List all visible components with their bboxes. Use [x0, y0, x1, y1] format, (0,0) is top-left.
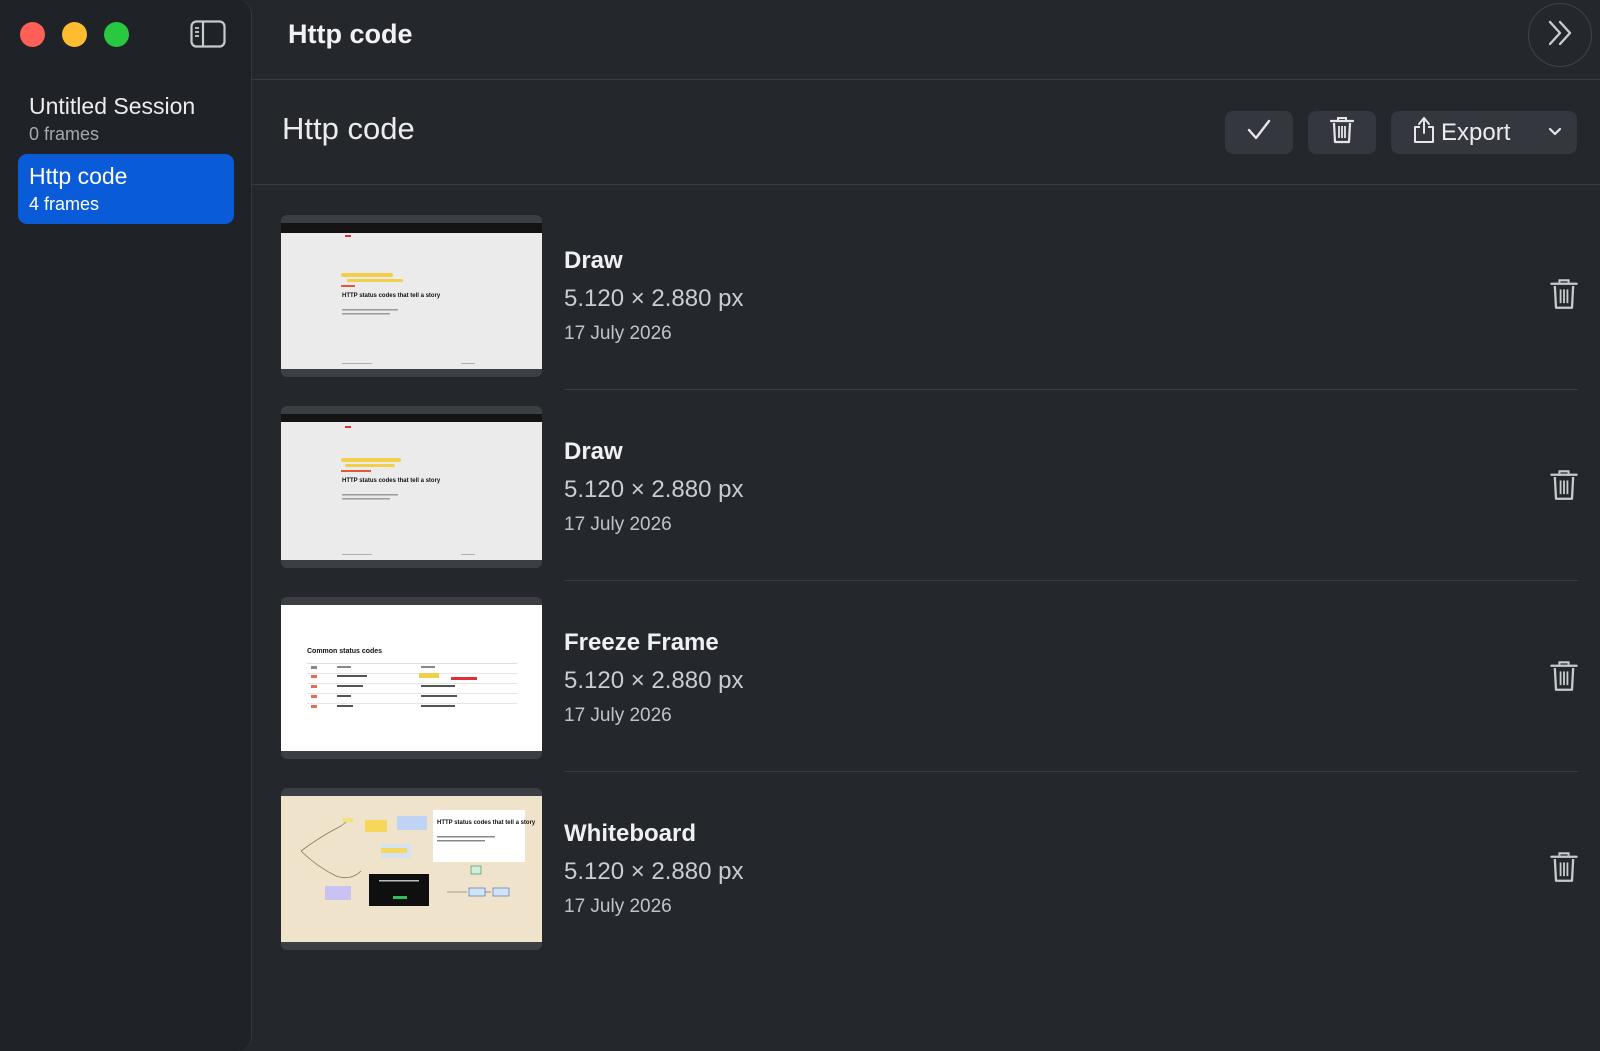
thumb-title: HTTP status codes that tell a story	[342, 293, 441, 299]
app-window: Untitled Session 0 frames Http code 4 fr…	[0, 0, 1600, 1051]
frame-list: HTTP status codes that tell a story Draw…	[252, 186, 1600, 1051]
frame-date: 17 July 2026	[564, 514, 672, 535]
delete-all-button[interactable]	[1308, 111, 1376, 154]
thumb-title: HTTP status codes that tell a story	[437, 820, 536, 826]
session-heading: Http code	[282, 111, 415, 146]
select-button[interactable]	[1225, 111, 1293, 154]
session-frame-count: 0 frames	[29, 124, 100, 144]
frame-row[interactable]: HTTP status codes that tell a story Draw…	[281, 186, 1600, 390]
frame-thumbnail[interactable]: Common status codes	[281, 597, 542, 759]
frame-dimensions: 5.120 × 2.880 px	[564, 858, 744, 885]
title-bar: Http code	[252, 0, 1600, 80]
export-label: Export	[1441, 118, 1511, 146]
session-header: Http code Export	[252, 80, 1600, 185]
close-window-button[interactable]	[20, 22, 45, 47]
session-name: Untitled Session	[29, 93, 196, 119]
frame-meta: Whiteboard 5.120 × 2.880 px 17 July 2026	[564, 819, 743, 919]
sidebar-toggle-icon[interactable]	[190, 20, 226, 48]
trash-icon[interactable]	[1550, 660, 1578, 692]
frame-dimensions: 5.120 × 2.880 px	[564, 667, 744, 694]
draw-slide-preview: HTTP status codes that tell a story	[281, 414, 542, 560]
thumb-title: Common status codes	[307, 648, 382, 655]
trash-icon[interactable]	[1550, 278, 1578, 310]
checkmark-icon	[1246, 118, 1272, 147]
sidebar: Untitled Session 0 frames Http code 4 fr…	[0, 0, 252, 1051]
frame-type: Whiteboard	[564, 820, 696, 847]
frame-meta: Draw 5.120 × 2.880 px 17 July 2026	[564, 246, 743, 346]
frame-date: 17 July 2026	[564, 705, 672, 726]
session-name: Http code	[29, 163, 128, 189]
frame-row[interactable]: HTTP status codes that tell a story Draw…	[281, 377, 1600, 581]
frame-row[interactable]: HTTP status codes that tell a story Whit…	[281, 759, 1600, 950]
draw-slide-preview: HTTP status codes that tell a story	[281, 223, 542, 369]
session-item-http-code[interactable]: Http code 4 frames	[18, 154, 234, 224]
window-title: Http code	[288, 19, 413, 49]
frame-dimensions: 5.120 × 2.880 px	[564, 285, 744, 312]
session-item-untitled[interactable]: Untitled Session 0 frames	[18, 84, 234, 154]
frame-thumbnail[interactable]: HTTP status codes that tell a story	[281, 215, 542, 377]
frame-row[interactable]: Common status codes Freeze Frame 5.120 ×…	[281, 568, 1600, 772]
thumb-title: HTTP status codes that tell a story	[342, 478, 441, 484]
frame-dimensions: 5.120 × 2.880 px	[564, 476, 744, 503]
export-button[interactable]: Export	[1391, 111, 1577, 154]
frame-thumbnail[interactable]: HTTP status codes that tell a story	[281, 788, 542, 950]
share-icon	[1413, 116, 1435, 149]
frame-meta: Draw 5.120 × 2.880 px 17 July 2026	[564, 437, 743, 537]
frame-date: 17 July 2026	[564, 323, 672, 344]
minimize-window-button[interactable]	[62, 22, 87, 47]
double-chevron-right-icon	[1544, 17, 1576, 54]
zoom-window-button[interactable]	[104, 22, 129, 47]
expand-button[interactable]	[1528, 3, 1592, 67]
frame-date: 17 July 2026	[564, 896, 672, 917]
trash-icon	[1329, 116, 1355, 149]
frame-type: Draw	[564, 438, 623, 465]
frame-meta: Freeze Frame 5.120 × 2.880 px 17 July 20…	[564, 628, 743, 728]
frame-type: Draw	[564, 247, 623, 274]
session-frame-count: 4 frames	[29, 194, 100, 214]
chevron-down-icon[interactable]	[1547, 124, 1563, 145]
frame-thumbnail[interactable]: HTTP status codes that tell a story	[281, 406, 542, 568]
whiteboard-preview: HTTP status codes that tell a story	[281, 796, 542, 942]
freeze-frame-preview: Common status codes	[281, 605, 542, 751]
trash-icon[interactable]	[1550, 851, 1578, 883]
window-controls	[20, 22, 129, 47]
frame-type: Freeze Frame	[564, 629, 719, 656]
trash-icon[interactable]	[1550, 469, 1578, 501]
